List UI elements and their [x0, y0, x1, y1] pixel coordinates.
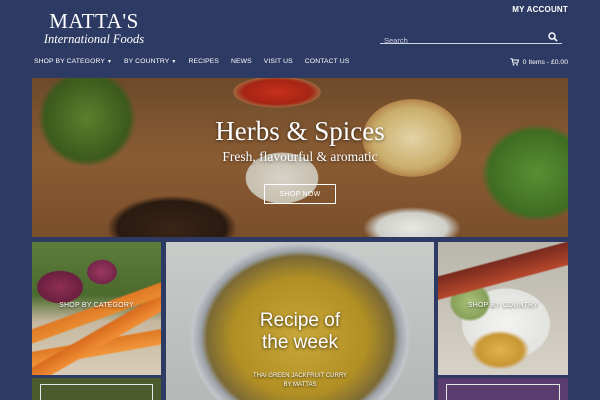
chevron-down-icon: ▼	[106, 59, 113, 65]
nav-recipes[interactable]: RECIPES	[188, 58, 219, 72]
search-input[interactable]	[380, 34, 540, 47]
hero-title: Herbs & Spices	[215, 116, 385, 146]
nav-contact-us[interactable]: CONTACT US	[305, 58, 350, 72]
promo-tile-left[interactable]	[32, 378, 161, 400]
logo-tagline: International Foods	[43, 32, 145, 46]
promo-frame	[40, 384, 153, 400]
shop-by-country-tile[interactable]: SHOP BY COUNTRY	[438, 242, 568, 375]
cart-icon	[510, 58, 519, 66]
nav-label: SHOP BY CATEGORY	[34, 58, 105, 65]
search-bar	[380, 30, 562, 47]
hero-subtitle: Fresh, flavourful & aromatic	[222, 149, 378, 164]
site-logo[interactable]: MATTA'S International Foods	[34, 10, 154, 46]
main-nav: SHOP BY CATEGORY ▼ BY COUNTRY ▼ RECIPES NE…	[34, 58, 361, 72]
shop-now-button[interactable]: SHOP NOW	[264, 184, 336, 204]
logo-brand-name: MATTA'S	[49, 9, 139, 33]
nav-news[interactable]: NEWS	[231, 58, 252, 72]
my-account-link[interactable]: MY ACCOUNT	[512, 5, 568, 14]
nav-label: RECIPES	[188, 58, 219, 65]
shop-by-category-tile[interactable]: SHOP BY CATEGORY	[32, 242, 161, 375]
recipe-of-the-week-tile[interactable]: Recipe of the week THAI GREEN JACKFRUIT …	[166, 242, 434, 400]
nav-label: CONTACT US	[304, 58, 350, 65]
cart-link[interactable]: 0 Items - £0.00	[510, 58, 568, 66]
nav-label: NEWS	[230, 58, 252, 65]
recipe-title: Recipe of the week	[259, 310, 341, 353]
search-icon[interactable]	[548, 32, 558, 42]
hero-banner[interactable]: Herbs & Spices Fresh, flavourful & aroma…	[32, 78, 568, 237]
tile-label[interactable]: SHOP BY CATEGORY	[32, 302, 161, 309]
promo-frame	[446, 384, 560, 400]
chevron-down-icon: ▼	[171, 59, 177, 65]
tile-label[interactable]: SHOP BY COUNTRY	[438, 302, 568, 309]
nav-label: VISIT US	[263, 58, 293, 65]
nav-shop-by-category[interactable]: SHOP BY CATEGORY ▼	[34, 58, 112, 72]
recipe-subtitle: THAI GREEN JACKFRUIT CURRY BY MATTAS	[252, 373, 348, 388]
nav-by-country[interactable]: BY COUNTRY ▼	[124, 58, 176, 72]
cart-summary: 0 Items - £0.00	[522, 58, 568, 66]
promo-tile-right[interactable]	[438, 378, 568, 400]
nav-label: BY COUNTRY	[124, 58, 170, 65]
nav-visit-us[interactable]: VISIT US	[264, 58, 293, 72]
